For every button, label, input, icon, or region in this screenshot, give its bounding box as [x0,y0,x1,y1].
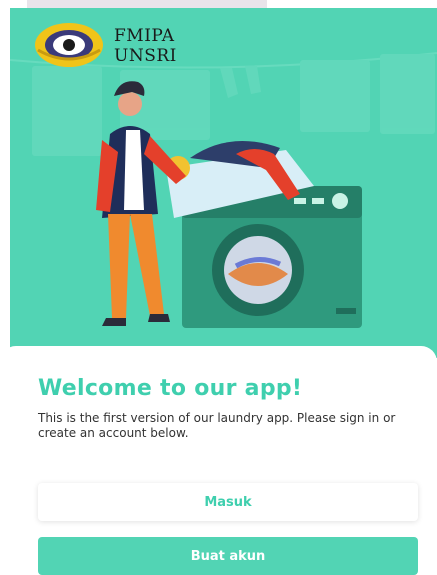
hero-illustration: FMIPA UNSRI [10,8,437,358]
create-account-button[interactable]: Buat akun [38,537,418,575]
welcome-title: Welcome to our app! [38,376,303,401]
login-button[interactable]: Masuk [38,483,418,521]
university-emblem-icon [35,23,103,67]
logo-text: FMIPA UNSRI [114,26,224,66]
logo-text-line2: UNSRI [114,46,177,66]
logo-text-line1: FMIPA [114,26,175,46]
welcome-description: This is the first version of our laundry… [38,411,396,440]
